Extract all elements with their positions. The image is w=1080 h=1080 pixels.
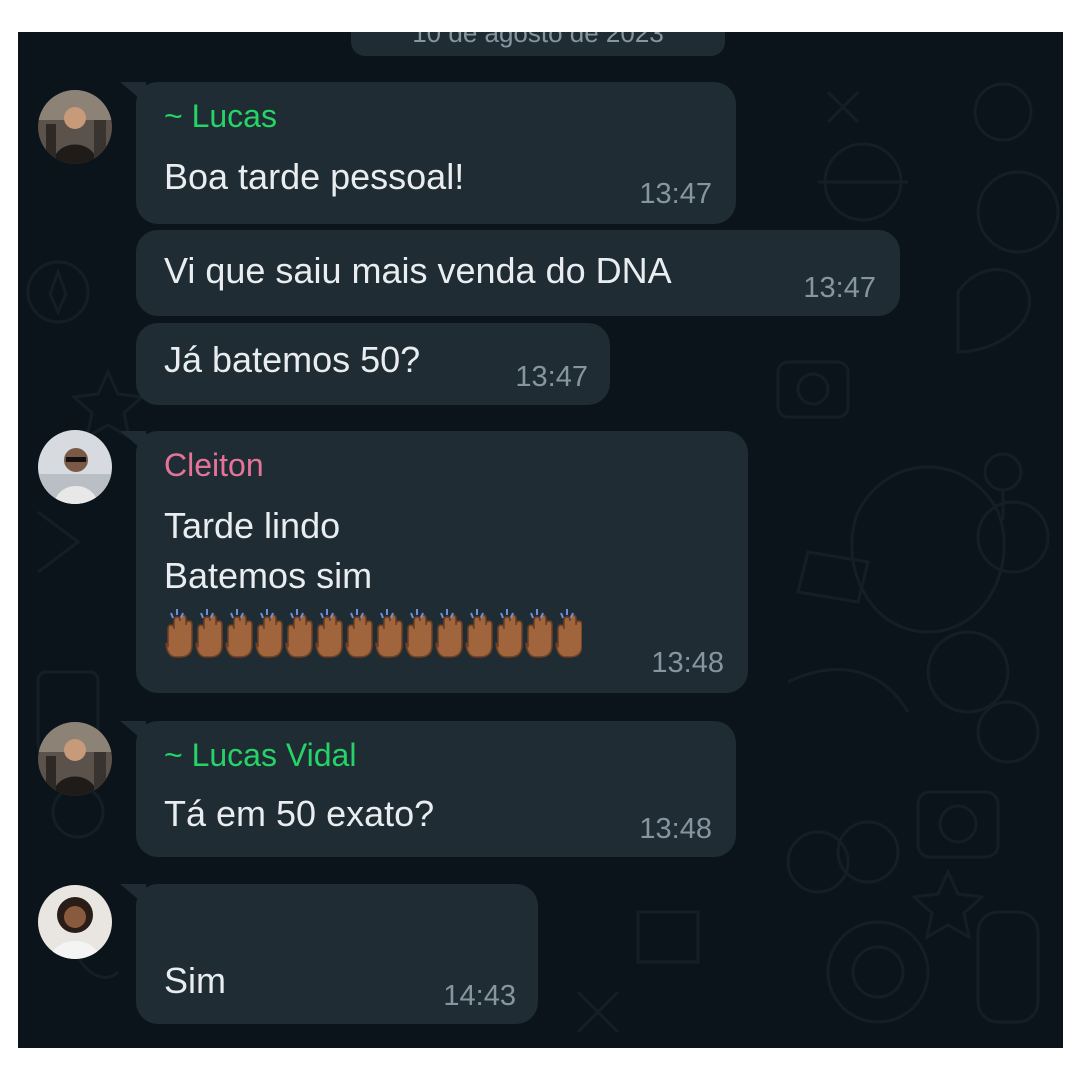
- message-text: Já batemos 50?: [164, 339, 421, 380]
- message-bubble[interactable]: ~ Lucas Vidal Tá em 50 exato? 13:48: [120, 721, 736, 857]
- message-text: Vi que saiu mais venda do DNA: [164, 250, 672, 291]
- sender-name: ~ Lucas: [164, 98, 277, 134]
- message-text: Tarde lindo: [164, 505, 341, 546]
- message-time: 13:47: [803, 272, 876, 304]
- message-bubble[interactable]: Cleiton Tarde lindo Batemos sim 13:48: [120, 431, 748, 693]
- avatar-lucas-vidal[interactable]: [38, 722, 112, 796]
- avatar-lucas-vidal-photo: [38, 722, 112, 796]
- date-separator: 10 de agosto de 2023: [351, 32, 725, 56]
- message-bubble[interactable]: Sim 14:43: [120, 884, 538, 1024]
- message-text: Batemos sim: [164, 555, 373, 596]
- message-text: Boa tarde pessoal!: [164, 156, 465, 197]
- message-time: 13:47: [639, 178, 712, 210]
- message-time: 13:48: [639, 813, 712, 845]
- message-bubble[interactable]: ~ Lucas Boa tarde pessoal! 13:47: [120, 82, 736, 224]
- sender-name: ~ Lucas Vidal: [164, 737, 357, 773]
- message-bubble[interactable]: Já batemos 50? 13:47: [136, 323, 610, 405]
- message-bubble[interactable]: Vi que saiu mais venda do DNA 13:47: [136, 230, 900, 316]
- sender-name: Cleiton: [164, 447, 264, 483]
- message-time: 13:47: [515, 361, 588, 393]
- message-text: Tá em 50 exato?: [164, 793, 435, 834]
- avatar-cleiton[interactable]: [38, 430, 112, 504]
- chat-area[interactable]: 10 de agosto de 2023 ~ Lucas Boa tarde p…: [18, 32, 1063, 1048]
- message-text: Sim: [164, 960, 226, 1001]
- avatar-lucas[interactable]: [38, 90, 112, 164]
- avatar-contact-photo: [38, 885, 112, 959]
- avatar-cleiton-photo: [38, 430, 112, 504]
- avatar-contact[interactable]: [38, 885, 112, 959]
- raising-hands-emoji-row: [165, 608, 582, 658]
- avatar-lucas-photo: [38, 90, 112, 164]
- message-time: 14:43: [443, 980, 516, 1012]
- message-time: 13:48: [651, 647, 724, 679]
